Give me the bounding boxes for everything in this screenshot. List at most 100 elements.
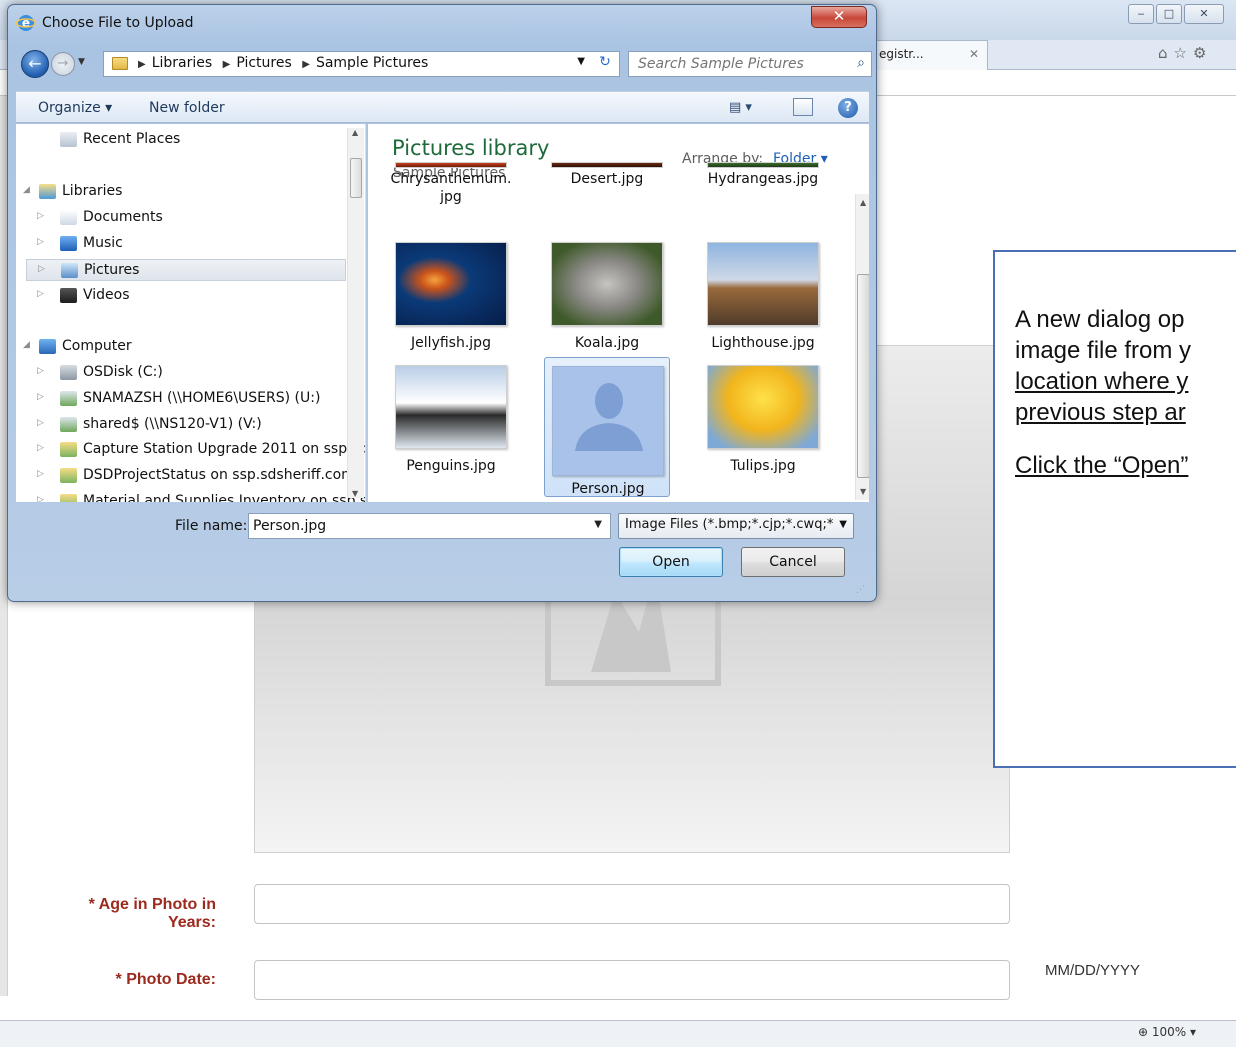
file-tile-penguins[interactable]: Penguins.jpg — [388, 357, 514, 487]
expand-twisty-icon[interactable]: ▷ — [37, 443, 44, 453]
breadcrumb-libraries[interactable]: Libraries — [152, 55, 212, 71]
file-type-filter-value: Image Files (*.bmp;*.cjp;*.cwq;* — [625, 517, 834, 532]
close-window-button[interactable]: ✕ — [1184, 4, 1224, 24]
expand-twisty-icon[interactable]: ▷ — [37, 418, 44, 428]
nav-item-label: Music — [83, 235, 123, 251]
resize-grip-icon[interactable]: ⋰ — [856, 585, 865, 595]
search-input[interactable] — [629, 52, 843, 76]
nav-item-dsdprojectstatus-on-ssp-sdsheriff-com[interactable]: ▷ DSDProjectStatus on ssp.sdsheriff.com — [16, 465, 356, 487]
photo-date-input[interactable] — [254, 960, 1010, 1000]
file-name-text: Jellyfish.jpg — [411, 335, 491, 351]
gear-icon[interactable]: ⚙ — [1193, 44, 1212, 62]
refresh-icon[interactable]: ↻ — [594, 54, 616, 74]
content-scrollbar[interactable]: ▲ ▼ — [855, 194, 869, 500]
file-tile-lighthouse[interactable]: Lighthouse.jpg — [700, 234, 826, 364]
callout-line: location where y — [1015, 368, 1189, 395]
recent-locations-dropdown[interactable]: ▼ — [78, 57, 85, 67]
new-folder-button[interactable]: New folder — [149, 100, 225, 116]
address-breadcrumb[interactable]: ▶ Libraries ▶ Pictures ▶ Sample Pictures ▼ — [103, 51, 620, 77]
nav-item-libraries[interactable]: ◢ Libraries — [16, 181, 356, 203]
nav-item-label: SNAMAZSH (\\HOME6\USERS) (U:) — [83, 390, 321, 406]
navigation-scrollbar[interactable]: ▲ ▼ — [347, 128, 364, 498]
file-name-input[interactable] — [249, 514, 579, 538]
forward-button[interactable]: → — [51, 52, 75, 76]
change-view-icon[interactable]: ▤ ▾ — [729, 100, 752, 115]
back-button[interactable]: ← — [21, 50, 49, 78]
network-folder-icon — [60, 468, 77, 483]
file-name-text: Desert.jpg — [570, 171, 644, 187]
maximize-button[interactable]: □ — [1156, 4, 1182, 24]
organize-menu[interactable]: Organize ▾ — [38, 100, 112, 116]
expand-twisty-icon[interactable]: ▷ — [37, 211, 44, 221]
nav-item-shared-ns120-v1-v[interactable]: ▷ shared$ (\\NS120-V1) (V:) — [16, 414, 356, 436]
expand-twisty-icon[interactable]: ▷ — [37, 366, 44, 376]
svg-text:e: e — [22, 16, 30, 30]
music-icon — [60, 236, 77, 251]
nav-item-recent-places[interactable]: Recent Places — [16, 129, 356, 151]
file-tile-desert[interactable]: Desert.jpg — [544, 162, 670, 234]
expand-twisty-icon[interactable]: ▷ — [37, 495, 44, 502]
file-name-text: Hydrangeas.jpg — [707, 171, 819, 187]
cancel-button[interactable]: Cancel — [741, 547, 845, 577]
file-name-text: Lighthouse.jpg — [711, 335, 815, 351]
file-tile-jellyfish[interactable]: Jellyfish.jpg — [388, 234, 514, 364]
file-name-dropdown-icon[interactable]: ▼ — [594, 519, 602, 530]
zoom-control[interactable]: ⊕ 100% ▾ — [1138, 1025, 1196, 1039]
expand-twisty-icon[interactable]: ▷ — [37, 392, 44, 402]
search-icon[interactable]: ⌕ — [857, 55, 865, 71]
nav-item-label: OSDisk (C:) — [83, 364, 163, 380]
nav-item-material-and-supplies-inventory-on-ssp-s[interactable]: ▷ Material and Supplies Inventory on ssp.… — [16, 491, 365, 502]
expand-twisty-icon[interactable]: ◢ — [23, 340, 30, 350]
expand-twisty-icon[interactable]: ▷ — [38, 264, 45, 274]
navigation-pane: Recent Places ◢ Libraries ▷ Documents ▷ Music ▷… — [16, 124, 366, 502]
star-icon[interactable]: ☆ — [1174, 44, 1193, 62]
file-tile-tulips[interactable]: Tulips.jpg — [700, 357, 826, 487]
search-box[interactable]: ⌕ — [628, 51, 872, 77]
file-type-dropdown-icon[interactable]: ▼ — [839, 519, 847, 530]
nav-item-snamazsh-home6-users-u[interactable]: ▷ SNAMAZSH (\\HOME6\USERS) (U:) — [16, 388, 356, 410]
pictures-icon — [61, 263, 78, 278]
home-icon[interactable]: ⌂ — [1158, 44, 1174, 62]
nav-item-label: Libraries — [62, 183, 123, 199]
breadcrumb-pictures[interactable]: Pictures — [236, 55, 291, 71]
file-name-text: jpg — [440, 189, 462, 205]
breadcrumb-sample-pictures[interactable]: Sample Pictures — [316, 55, 428, 71]
file-name-label: File name: — [175, 518, 248, 534]
address-dropdown-icon[interactable]: ▼ — [577, 56, 585, 67]
minimize-button[interactable]: ‒ — [1128, 4, 1154, 24]
file-name-combobox[interactable]: ▼ — [248, 513, 611, 539]
file-name-text: Chrysanthemum. — [390, 171, 512, 187]
disk-icon — [60, 365, 77, 380]
zoom-level: 100% — [1151, 1025, 1187, 1039]
tulips-thumbnail — [707, 365, 819, 449]
close-tab-icon[interactable]: ✕ — [969, 47, 979, 61]
age-in-photo-label: * Age in Photo in Years: — [40, 896, 216, 932]
nav-item-osdisk-c[interactable]: ▷ OSDisk (C:) — [16, 362, 356, 384]
expand-twisty-icon[interactable]: ▷ — [37, 469, 44, 479]
nav-item-videos[interactable]: ▷ Videos — [16, 285, 356, 307]
file-name-text: Koala.jpg — [574, 335, 640, 351]
file-type-filter[interactable]: Image Files (*.bmp;*.cjp;*.cwq;* ▼ — [618, 513, 854, 539]
age-in-photo-input[interactable] — [254, 884, 1010, 924]
preview-pane-icon[interactable] — [793, 98, 813, 116]
callout-line: previous step ar — [1015, 399, 1186, 426]
browser-tab[interactable]: egistr... ✕ — [868, 40, 988, 70]
nav-item-computer[interactable]: ◢ Computer — [16, 336, 356, 358]
file-tile-koala[interactable]: Koala.jpg — [544, 234, 670, 364]
dialog-close-button[interactable]: ✕ — [811, 6, 867, 28]
file-tile-person[interactable]: Person.jpg — [544, 357, 670, 497]
nav-item-label: Capture Station Upgrade 2011 on ssp.sds — [83, 441, 366, 457]
callout-line: A new dialog op — [1015, 306, 1185, 333]
expand-twisty-icon[interactable]: ◢ — [23, 185, 30, 195]
expand-twisty-icon[interactable]: ▷ — [37, 237, 44, 247]
file-tile-chrysanthemum[interactable]: Chrysanthemum. jpg — [388, 162, 514, 234]
file-tile-hydrangeas[interactable]: Hydrangeas.jpg — [700, 162, 826, 234]
nav-item-pictures[interactable]: ▷ Pictures — [26, 259, 346, 281]
open-button[interactable]: Open — [619, 547, 723, 577]
nav-item-documents[interactable]: ▷ Documents — [16, 207, 356, 229]
nav-item-capture-station-upgrade-2011-on-ssp-sds[interactable]: ▷ Capture Station Upgrade 2011 on ssp.sds — [16, 439, 365, 461]
nav-item-music[interactable]: ▷ Music — [16, 233, 356, 255]
help-icon[interactable]: ? — [838, 98, 858, 118]
expand-twisty-icon[interactable]: ▷ — [37, 289, 44, 299]
nav-item-label: shared$ (\\NS120-V1) (V:) — [83, 416, 262, 432]
